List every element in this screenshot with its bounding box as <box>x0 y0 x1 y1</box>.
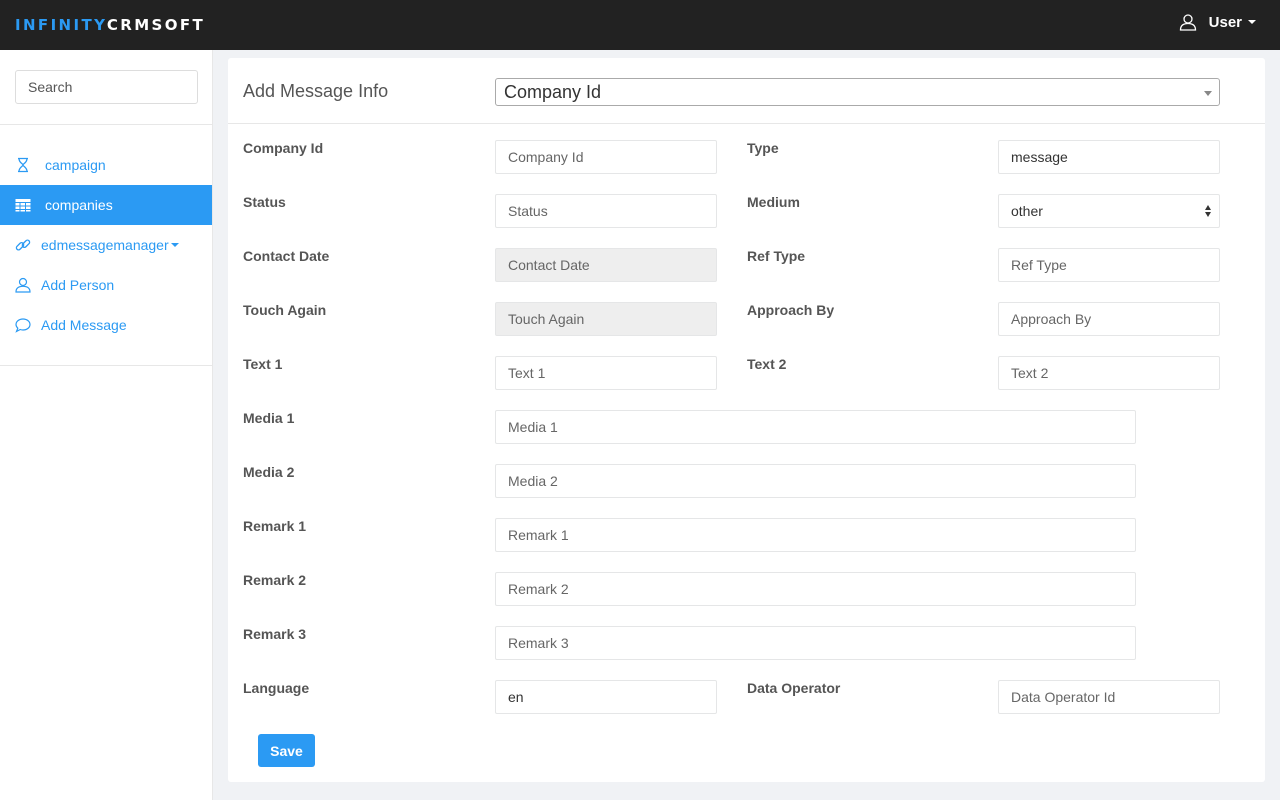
sidebar-item-label: Add Message <box>41 317 127 333</box>
sidebar-item-label: companies <box>45 197 113 213</box>
search-input[interactable] <box>15 70 198 104</box>
chevron-down-icon <box>170 243 179 247</box>
remark2-label: Remark 2 <box>243 572 307 588</box>
form-row: Language Data Operator <box>228 680 1265 714</box>
sidebar-item-edmessagemanager[interactable]: edmessagemanager <box>0 225 212 265</box>
media1-label: Media 1 <box>243 410 295 426</box>
ref-type-field[interactable] <box>998 248 1220 282</box>
touch-again-label: Touch Again <box>243 302 327 318</box>
user-menu[interactable]: User <box>1179 13 1256 31</box>
status-field[interactable] <box>495 194 717 228</box>
sidebar-nav: campaign companies edmessagemanager Add … <box>0 125 212 366</box>
text1-label: Text 1 <box>243 356 283 372</box>
sidebar-item-label: Add Person <box>41 277 115 293</box>
remark3-label: Remark 3 <box>243 626 307 642</box>
form-row: Media 2 <box>228 464 1265 498</box>
remark1-field[interactable] <box>495 518 1136 552</box>
remark2-field[interactable] <box>495 572 1136 606</box>
brand-logo[interactable]: INFINITYCRMSOFT <box>15 16 205 34</box>
panel-header: Add Message Info Company Id <box>228 58 1265 124</box>
form-row: Contact Date Ref Type <box>228 248 1265 282</box>
sidebar-item-add-person[interactable]: Add Person <box>0 265 212 305</box>
remark1-label: Remark 1 <box>243 518 307 534</box>
sidebar-search-area <box>0 50 212 125</box>
top-navbar: INFINITYCRMSOFT User <box>0 0 1280 50</box>
company-id-label: Company Id <box>243 140 324 156</box>
form-row: Text 1 Text 2 <box>228 356 1265 390</box>
media1-field[interactable] <box>495 410 1136 444</box>
chevron-down-icon <box>1248 20 1256 24</box>
contact-date-label: Contact Date <box>243 248 330 264</box>
company-id-select-value: Company Id <box>504 82 602 102</box>
sidebar: campaign companies edmessagemanager <box>0 50 213 800</box>
form-row: Remark 2 <box>228 572 1265 606</box>
hourglass-icon <box>15 157 31 173</box>
form-row: Media 1 <box>228 410 1265 444</box>
approach-by-label: Approach By <box>747 302 835 318</box>
ref-type-label: Ref Type <box>747 248 806 264</box>
company-id-select[interactable]: Company Id <box>495 78 1220 106</box>
brand-part-2: CRMSOFT <box>106 16 206 34</box>
brand-part-1: INFINITY <box>15 16 107 34</box>
touch-again-field[interactable] <box>495 302 717 336</box>
up-down-arrows-icon <box>1205 205 1213 218</box>
text1-field[interactable] <box>495 356 717 390</box>
save-button[interactable]: Save <box>258 734 315 767</box>
user-icon <box>1179 14 1196 31</box>
data-operator-label: Data Operator <box>747 680 841 696</box>
form-row: Company Id Type <box>228 140 1265 174</box>
status-label: Status <box>243 194 286 210</box>
medium-select[interactable]: other <box>998 194 1220 228</box>
sidebar-item-companies[interactable]: companies <box>0 185 212 225</box>
user-icon <box>15 277 31 293</box>
form-row: Remark 1 <box>228 518 1265 552</box>
media2-field[interactable] <box>495 464 1136 498</box>
language-field[interactable] <box>495 680 717 714</box>
comment-icon <box>15 317 31 333</box>
media2-label: Media 2 <box>243 464 295 480</box>
add-message-panel: Add Message Info Company Id Company Id T… <box>228 58 1265 782</box>
company-id-field[interactable] <box>495 140 717 174</box>
link-icon <box>15 237 31 253</box>
sidebar-item-campaign[interactable]: campaign <box>0 145 212 185</box>
language-label: Language <box>243 680 310 696</box>
type-field[interactable] <box>998 140 1220 174</box>
text2-field[interactable] <box>998 356 1220 390</box>
sidebar-item-label: edmessagemanager <box>41 237 169 253</box>
remark3-field[interactable] <box>495 626 1136 660</box>
chevron-down-icon <box>1204 91 1212 96</box>
medium-select-value: other <box>1011 203 1043 219</box>
text2-label: Text 2 <box>747 356 787 372</box>
page-title: Add Message Info <box>243 81 389 101</box>
sidebar-item-add-message[interactable]: Add Message <box>0 305 212 345</box>
table-icon <box>15 197 31 213</box>
form-row: Status Medium other <box>228 194 1265 228</box>
user-menu-label: User <box>1208 13 1242 31</box>
data-operator-field[interactable] <box>998 680 1220 714</box>
type-label: Type <box>747 140 779 156</box>
form-row: Remark 3 <box>228 626 1265 660</box>
approach-by-field[interactable] <box>998 302 1220 336</box>
sidebar-item-label: campaign <box>45 157 106 173</box>
contact-date-field[interactable] <box>495 248 717 282</box>
medium-label: Medium <box>747 194 800 210</box>
form-row: Touch Again Approach By <box>228 302 1265 336</box>
